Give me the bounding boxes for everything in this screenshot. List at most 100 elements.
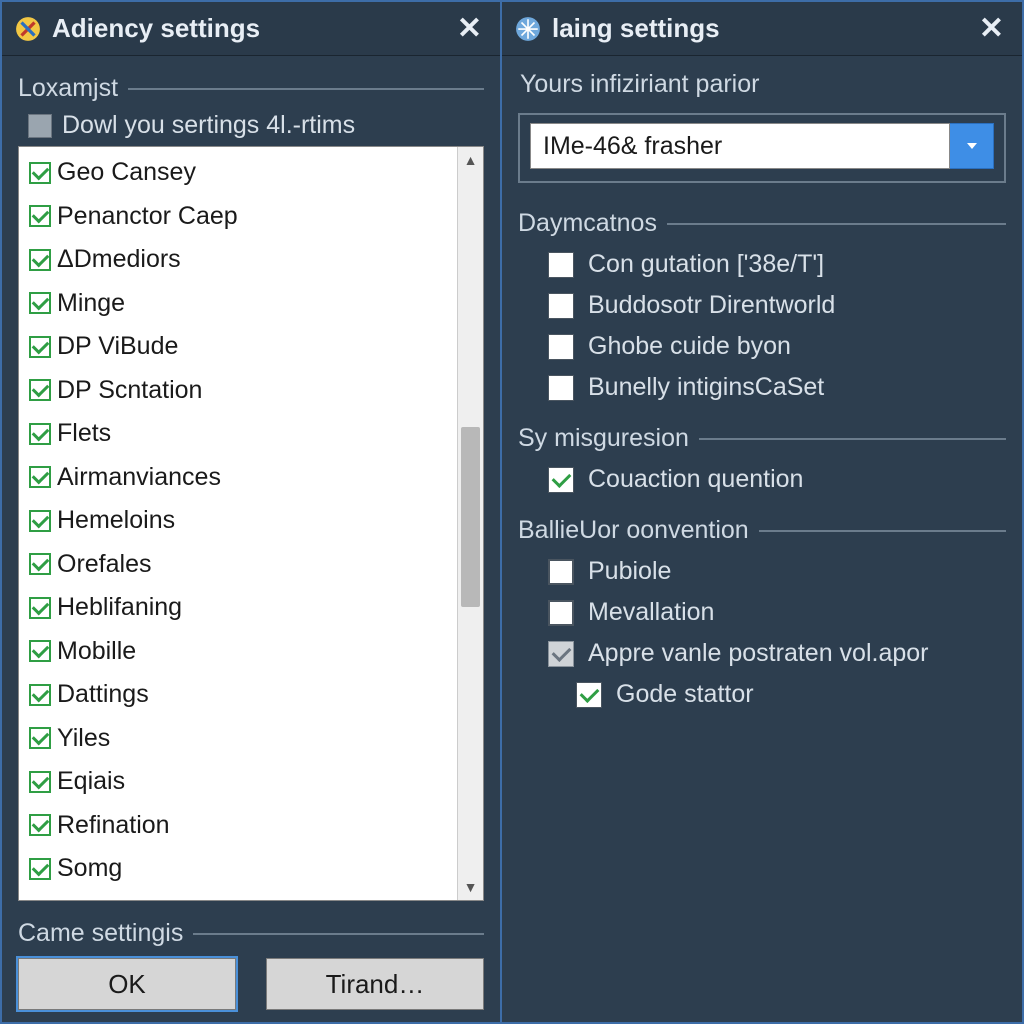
list-item-checkbox[interactable] <box>29 597 51 619</box>
list-item[interactable]: Eqiais <box>23 760 453 804</box>
option-checkbox[interactable] <box>548 600 574 626</box>
list-item-label: ΔDmediors <box>57 241 181 279</box>
listbox-scrollbar[interactable]: ▲ ▼ <box>457 147 483 900</box>
option-row[interactable]: Con gutation ['38e/T'] <box>518 244 1006 285</box>
option-checkbox[interactable] <box>548 375 574 401</box>
combo-value[interactable]: IMe-46& frasher <box>530 123 950 169</box>
list-item-checkbox[interactable] <box>29 684 51 706</box>
app-icon-left <box>14 15 42 43</box>
list-item-checkbox[interactable] <box>29 858 51 880</box>
list-item[interactable]: ΔDmediors <box>23 238 453 282</box>
option-row[interactable]: Bunelly intiginsCaSet <box>518 367 1006 408</box>
option-checkbox[interactable] <box>548 252 574 278</box>
list-item-label: Refination <box>57 807 170 845</box>
listbox-content: Geo CanseyPenanctor CaepΔDmediorsMingeDP… <box>19 147 457 900</box>
ball-group-header: BallieUor oonvention <box>518 516 1006 545</box>
came-settings-label: Came settingis <box>18 919 183 948</box>
option-row[interactable]: Mevallation <box>518 592 1006 633</box>
option-row[interactable]: Pubiole <box>518 551 1006 592</box>
list-item-checkbox[interactable] <box>29 553 51 575</box>
close-icon[interactable]: ✕ <box>451 11 488 46</box>
ball-label: BallieUor oonvention <box>518 516 749 545</box>
left-body: Loxamjst Dowl you sertings 4l.-rtims Geo… <box>2 56 500 1022</box>
scroll-down-arrow-icon[interactable]: ▼ <box>458 874 483 900</box>
list-item-checkbox[interactable] <box>29 814 51 836</box>
combo-dropdown-button[interactable] <box>950 123 994 169</box>
option-checkbox[interactable] <box>576 682 602 708</box>
sy-label: Sy misguresion <box>518 424 689 453</box>
parior-fieldset: IMe-46& frasher <box>518 113 1006 183</box>
ok-button[interactable]: OK <box>18 958 236 1010</box>
settings-listbox[interactable]: Geo CanseyPenanctor CaepΔDmediorsMingeDP… <box>18 146 484 901</box>
option-row[interactable]: Couaction quention <box>518 459 1006 500</box>
list-item-checkbox[interactable] <box>29 466 51 488</box>
loxamjst-group-header: Loxamjst <box>18 74 484 103</box>
list-item-checkbox[interactable] <box>29 292 51 314</box>
option-checkbox[interactable] <box>548 467 574 493</box>
option-label: Couaction quention <box>588 465 803 494</box>
field-label: Yours infiziriant parior <box>520 70 1006 99</box>
option-row[interactable]: Gode stattor <box>518 674 1006 715</box>
list-item-label: Minge <box>57 285 125 323</box>
right-body: Yours infiziriant parior IMe-46& frasher… <box>502 56 1022 1022</box>
option-label: Con gutation ['38e/T'] <box>588 250 824 279</box>
list-item[interactable]: Hemeloins <box>23 499 453 543</box>
list-item-checkbox[interactable] <box>29 727 51 749</box>
option-label: Mevallation <box>588 598 714 627</box>
list-item-checkbox[interactable] <box>29 205 51 227</box>
list-item-label: Yiles <box>57 720 110 758</box>
list-item[interactable]: Airmanviances <box>23 456 453 500</box>
list-item-checkbox[interactable] <box>29 640 51 662</box>
list-item-label: Hemeloins <box>57 502 175 540</box>
option-checkbox[interactable] <box>548 559 574 585</box>
list-item[interactable]: DP ViBude <box>23 325 453 369</box>
tirand-button[interactable]: Tirand… <box>266 958 484 1010</box>
parior-combobox[interactable]: IMe-46& frasher <box>530 123 994 169</box>
list-item[interactable]: Orefales <box>23 543 453 587</box>
option-label: Buddosotr Direntworld <box>588 291 835 320</box>
sy-options: Couaction quention <box>518 459 1006 500</box>
list-item[interactable]: Dattings <box>23 673 453 717</box>
option-checkbox[interactable] <box>548 334 574 360</box>
list-item[interactable]: Refination <box>23 804 453 848</box>
list-item[interactable]: Geo Cansey <box>23 151 453 195</box>
list-item[interactable]: Minge <box>23 282 453 326</box>
list-item[interactable]: DP Scntation <box>23 369 453 413</box>
daymcatnos-label: Daymcatnos <box>518 209 657 238</box>
list-item-label: Somg <box>57 850 122 888</box>
list-item-checkbox[interactable] <box>29 162 51 184</box>
option-row[interactable]: Appre vanle postraten vol.apor <box>518 633 1006 674</box>
option-checkbox[interactable] <box>548 641 574 667</box>
list-item-label: Geo Cansey <box>57 154 196 192</box>
list-item-label: Flets <box>57 415 111 453</box>
came-settings-group-header: Came settingis <box>18 919 484 948</box>
subheader-checkbox[interactable] <box>28 114 52 138</box>
option-label: Appre vanle postraten vol.apor <box>588 639 929 668</box>
list-item[interactable]: Yiles <box>23 717 453 761</box>
option-label: Gode stattor <box>616 680 754 709</box>
option-row[interactable]: Ghobe cuide byon <box>518 326 1006 367</box>
option-row[interactable]: Buddosotr Direntworld <box>518 285 1006 326</box>
list-item[interactable]: Somg <box>23 847 453 891</box>
list-item[interactable]: Flets <box>23 412 453 456</box>
scroll-up-arrow-icon[interactable]: ▲ <box>458 147 483 173</box>
list-item-checkbox[interactable] <box>29 423 51 445</box>
option-label: Ghobe cuide byon <box>588 332 791 361</box>
right-titlebar: laing settings ✕ <box>502 2 1022 56</box>
list-item-checkbox[interactable] <box>29 336 51 358</box>
option-label: Pubiole <box>588 557 671 586</box>
list-item-label: Orefales <box>57 546 151 584</box>
list-item-checkbox[interactable] <box>29 249 51 271</box>
list-item-checkbox[interactable] <box>29 771 51 793</box>
scroll-thumb[interactable] <box>461 427 480 607</box>
list-item-label: Dattings <box>57 676 149 714</box>
list-item[interactable]: Mobille <box>23 630 453 674</box>
option-checkbox[interactable] <box>548 293 574 319</box>
close-icon[interactable]: ✕ <box>973 11 1010 46</box>
list-item[interactable]: Heblifaning <box>23 586 453 630</box>
left-window-title: Adiency settings <box>52 13 441 44</box>
list-item-checkbox[interactable] <box>29 510 51 532</box>
list-item-label: Mobille <box>57 633 136 671</box>
list-item-checkbox[interactable] <box>29 379 51 401</box>
list-item[interactable]: Penanctor Caep <box>23 195 453 239</box>
